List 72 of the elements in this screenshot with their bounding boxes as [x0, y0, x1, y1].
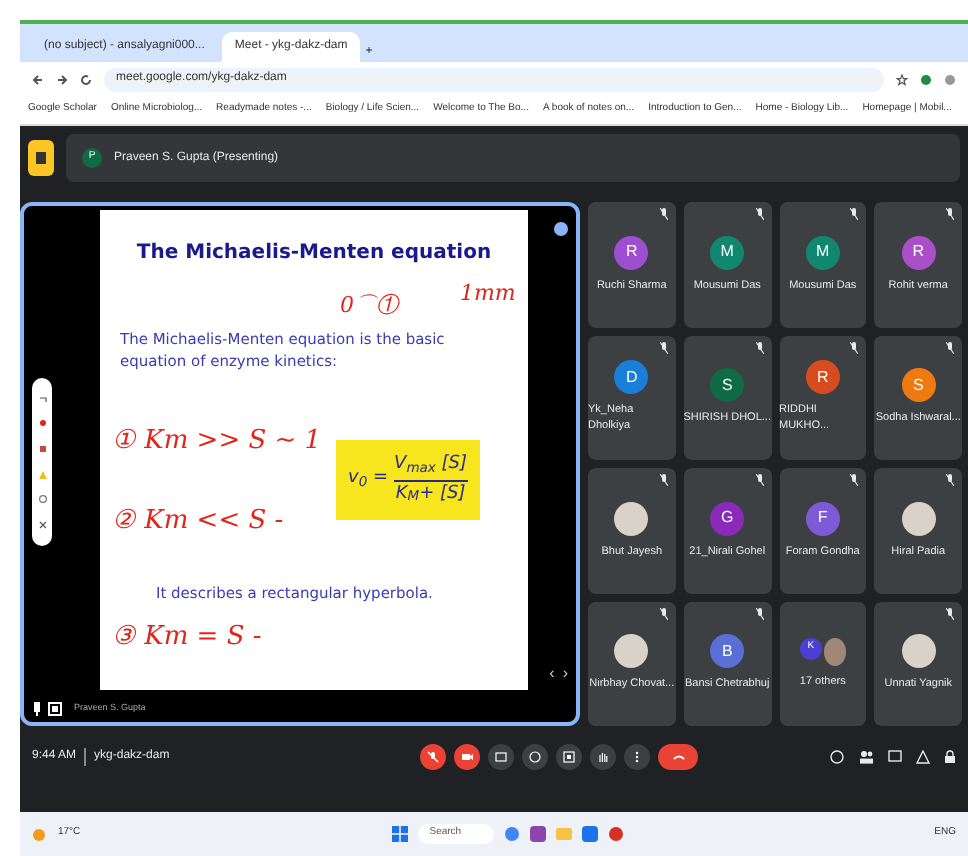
mic-off-icon: [659, 607, 668, 619]
avatar-placeholder: [614, 501, 649, 536]
mic-off-icon: [946, 607, 954, 619]
avatar: S: [901, 368, 936, 403]
close-icon[interactable]: [37, 520, 47, 531]
pen-icon[interactable]: [37, 418, 47, 429]
captions-button[interactable]: [488, 743, 515, 769]
leave-call-button[interactable]: [658, 743, 699, 769]
avatar: M: [710, 235, 745, 270]
handwritten-note: 1mm: [460, 278, 516, 310]
avatar: G: [710, 501, 745, 536]
mic-off-icon: [659, 208, 668, 220]
avatar: D: [614, 360, 649, 394]
eraser-icon[interactable]: [37, 494, 47, 505]
handwritten-note: ② Km << S -: [112, 504, 284, 540]
lock-icon[interactable]: [944, 749, 956, 763]
slide-nav-arrow[interactable]: ‹: [549, 662, 555, 686]
pen-icon[interactable]: [37, 444, 47, 455]
mic-off-icon: [755, 474, 763, 486]
info-icon[interactable]: [830, 749, 844, 763]
camera-button[interactable]: [454, 743, 481, 769]
handwritten-note: ③ Km = S -: [112, 620, 262, 656]
mic-icon: [426, 749, 441, 763]
emoji-button[interactable]: [522, 743, 549, 769]
present-button[interactable]: [556, 743, 583, 769]
avatar: R: [805, 360, 840, 394]
handwritten-note: 0⌒①: [340, 290, 398, 322]
people-icon[interactable]: [858, 749, 874, 763]
slide-title: The Michaelis-Menten equation: [134, 240, 494, 268]
avatar-placeholder: [901, 501, 936, 536]
mic-off-icon: [659, 474, 668, 486]
mic-off-icon: [850, 208, 859, 220]
mic-off-icon: [946, 341, 954, 353]
mic-off-icon: [850, 341, 859, 353]
mic-off-icon: [755, 208, 763, 220]
mic-off-icon: [850, 474, 859, 486]
star-icon[interactable]: [896, 73, 908, 85]
mic-off-icon: [946, 208, 954, 220]
mic-off-icon: [946, 474, 954, 486]
windows-icon[interactable]: [391, 826, 408, 842]
present-icon: [562, 749, 577, 763]
profile-icon[interactable]: [944, 73, 956, 85]
extension-icon[interactable]: [920, 73, 932, 85]
avatar-placeholder: [823, 637, 846, 666]
avatar: B: [710, 634, 745, 669]
avatar-placeholder: [901, 634, 936, 669]
avatar: S: [710, 368, 745, 403]
avatar-placeholder: [614, 634, 649, 669]
weather-icon: [32, 827, 46, 841]
handwritten-note: ① Km >> S ~ 1: [112, 424, 322, 460]
reload-icon[interactable]: [80, 73, 92, 85]
pen-toolbar[interactable]: [32, 378, 52, 546]
mic-off-icon: [755, 341, 763, 353]
avatar: R: [901, 235, 936, 270]
microphone-button[interactable]: [420, 743, 447, 769]
mic-off-icon: [755, 607, 763, 619]
back-icon[interactable]: [32, 73, 44, 85]
avatar: M: [805, 235, 840, 270]
fullscreen-icon[interactable]: [48, 702, 62, 716]
avatar: R: [614, 235, 649, 270]
raise-hand-button[interactable]: [590, 743, 617, 769]
forward-icon[interactable]: [56, 73, 68, 85]
pointer-icon: [554, 222, 568, 236]
present-icon[interactable]: [28, 140, 54, 176]
slide-nav-arrow[interactable]: ›: [562, 662, 568, 686]
equation-box: v$_{0}$ = V$_{max}$ [S] K$_{M}$+ [S]: [336, 440, 480, 520]
undo-icon[interactable]: [37, 393, 47, 404]
chat-icon[interactable]: [888, 749, 902, 763]
camera-icon: [460, 749, 475, 763]
avatar: F: [805, 501, 840, 536]
pin-icon[interactable]: [32, 702, 42, 716]
mic-off-icon: [659, 341, 668, 353]
